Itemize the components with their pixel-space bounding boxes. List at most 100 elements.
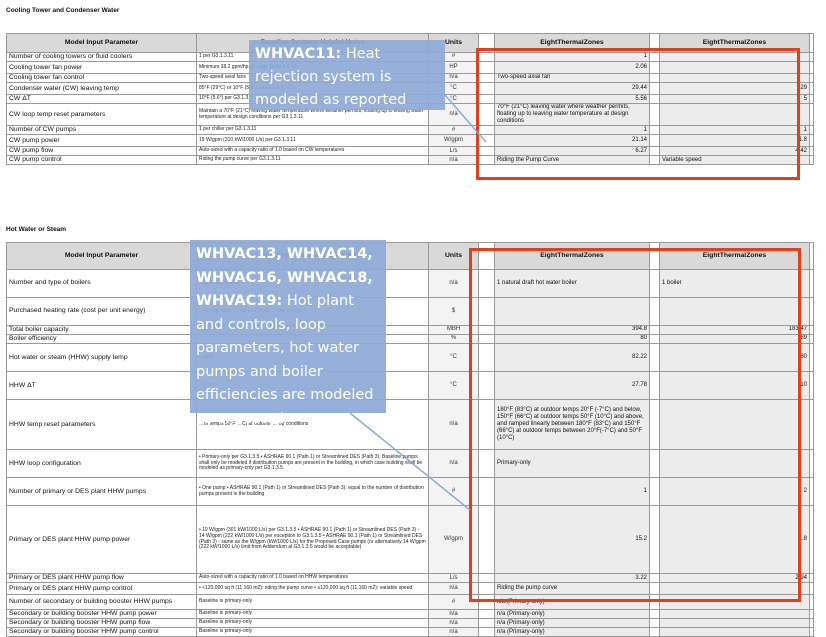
callout-whvac13-19: WHVAC13, WHVAC14, WHVAC16, WHVAC18, WHVA… — [190, 240, 386, 427]
column-header: Model Input Parameter — [6, 242, 197, 270]
spacer-cell — [809, 297, 814, 326]
value-cell-zone2: 1.8 — [659, 134, 810, 148]
table-row: Total boiler capacity…1.2.2MBH394.8183.4… — [6, 324, 814, 336]
value-cell-zone1: n/a (Primary-only) — [494, 618, 650, 629]
spacer-cell — [478, 399, 495, 451]
value-cell-zone2: 1 — [659, 125, 810, 136]
value-cell-zone2: 183.47 — [659, 324, 810, 336]
spacer-cell — [478, 146, 495, 157]
value-cell-zone2 — [659, 399, 810, 451]
table-row: Secondary or building booster HHW pump c… — [6, 627, 814, 637]
param-cell: Secondary or building booster HHW pump c… — [6, 627, 197, 637]
value-cell-zone2 — [659, 609, 810, 620]
spacer-cell — [649, 594, 660, 611]
spacer-cell — [809, 609, 814, 620]
spacer-cell — [649, 242, 660, 270]
value-cell-zone2 — [659, 51, 810, 63]
notes-cell: Baseline is primary-only — [196, 618, 429, 629]
spacer-cell — [649, 269, 660, 298]
table-row: Secondary or building booster HHW pump p… — [6, 609, 814, 620]
spacer-cell — [478, 242, 495, 270]
spacer-cell — [649, 82, 660, 96]
spacer-cell — [809, 594, 814, 611]
spacer-cell — [809, 103, 814, 127]
spacer-cell — [809, 627, 814, 637]
notes-cell: 1 per chiller per G3.1.3.11 — [196, 125, 429, 136]
units-cell: °C — [428, 371, 479, 401]
spacer-cell — [649, 618, 660, 629]
table-row: Primary or DES plant HHW pump power • 19 … — [6, 505, 814, 575]
spacer-cell — [478, 324, 495, 336]
value-cell-zone2 — [659, 582, 810, 596]
spacer-cell — [478, 61, 495, 75]
notes-cell: • <120,000 sq ft (11,160 m2): riding the… — [196, 582, 429, 596]
spacer-cell — [478, 73, 495, 84]
spacer-cell — [809, 155, 814, 166]
spacer-cell — [649, 51, 660, 63]
spacer-cell — [809, 146, 814, 157]
spacer-cell — [809, 449, 814, 479]
spacer-cell — [649, 297, 660, 326]
value-cell-zone2: 80 — [659, 343, 810, 373]
notes-cell: Baseline is primary-only — [196, 609, 429, 620]
table-row: Primary or DES plant HHW pump flow Auto-s… — [6, 573, 814, 584]
value-cell-zone1: Primary-only — [494, 449, 650, 479]
param-cell: Number and type of boilers — [6, 269, 197, 298]
table-row: Primary or DES plant HHW pump control • <… — [6, 582, 814, 596]
column-header: Units — [428, 242, 479, 270]
spacer-cell — [478, 51, 495, 63]
value-cell-zone1: 1 — [494, 51, 650, 63]
spacer-cell — [478, 103, 495, 127]
spacer-cell — [649, 505, 660, 575]
spacer-cell — [478, 334, 495, 345]
spacer-cell — [478, 155, 495, 166]
table-row: Boiler efficiency% 80 89 — [6, 334, 814, 345]
param-cell: Hot water or steam (HHW) supply temp — [6, 343, 197, 373]
units-cell: n/a — [428, 155, 479, 166]
value-cell-zone1: 1 natural draft hot water boiler — [494, 269, 650, 298]
units-cell: # — [428, 477, 479, 507]
value-cell-zone1: 80 — [494, 334, 650, 345]
param-cell: CW ΔT — [6, 94, 197, 105]
callout-whvac13-19-text: Hot plant and controls, loop parameters,… — [196, 293, 374, 427]
table-row: Number and type of boilers…ged as requir… — [6, 269, 814, 298]
value-cell-zone2 — [659, 594, 810, 611]
spacer-cell — [809, 324, 814, 336]
spacer-cell — [478, 582, 495, 596]
spacer-cell — [649, 399, 660, 451]
spacer-cell — [809, 573, 814, 584]
param-cell: Cooling tower fan power — [6, 61, 197, 75]
param-cell: HHW loop configuration — [6, 449, 197, 479]
units-cell: L/s — [428, 146, 479, 157]
spacer-cell — [478, 134, 495, 148]
units-cell: # — [428, 594, 479, 611]
value-cell-zone1: 3.22 — [494, 573, 650, 584]
spacer-cell — [478, 627, 495, 637]
value-cell-zone1: Two-speed axial fan — [494, 73, 650, 84]
table-row: HHW loop configuration • Primary-only per… — [6, 449, 814, 479]
spacer-cell — [809, 477, 814, 507]
spacer-cell — [809, 371, 814, 401]
value-cell-zone1: 5.56 — [494, 94, 650, 105]
units-cell: n/a — [428, 582, 479, 596]
spacer-cell — [478, 594, 495, 611]
units-cell: n/a — [428, 618, 479, 629]
notes-cell: 19 W/gpm (310 kW/1000 L/s) per G3.1.3.11 — [196, 134, 429, 148]
value-cell-zone1: 29.44 — [494, 82, 650, 96]
param-cell: Secondary or building booster HHW pump f… — [6, 618, 197, 629]
value-cell-zone2: 2.94 — [659, 573, 810, 584]
spacer-cell — [478, 297, 495, 326]
value-cell-zone1: 180°F (83°C) at outdoor temps 20°F (-7°C… — [494, 399, 650, 451]
spacer-cell — [478, 94, 495, 105]
spacer-cell — [478, 33, 495, 53]
column-header: EightThermalZones — [659, 33, 810, 53]
value-cell-zone1: 2.06 — [494, 61, 650, 75]
spacer-cell — [649, 155, 660, 166]
table-row: HHW ΔT…ions in°C27.7810 — [6, 371, 814, 401]
spacer-cell — [809, 242, 814, 270]
spacer-cell — [809, 618, 814, 629]
param-cell: Number of primary or DES plant HHW pumps — [6, 477, 197, 507]
units-cell: n/a — [428, 627, 479, 637]
value-cell-zone2 — [659, 73, 810, 84]
param-cell: Number of secondary or building booster … — [6, 594, 197, 611]
